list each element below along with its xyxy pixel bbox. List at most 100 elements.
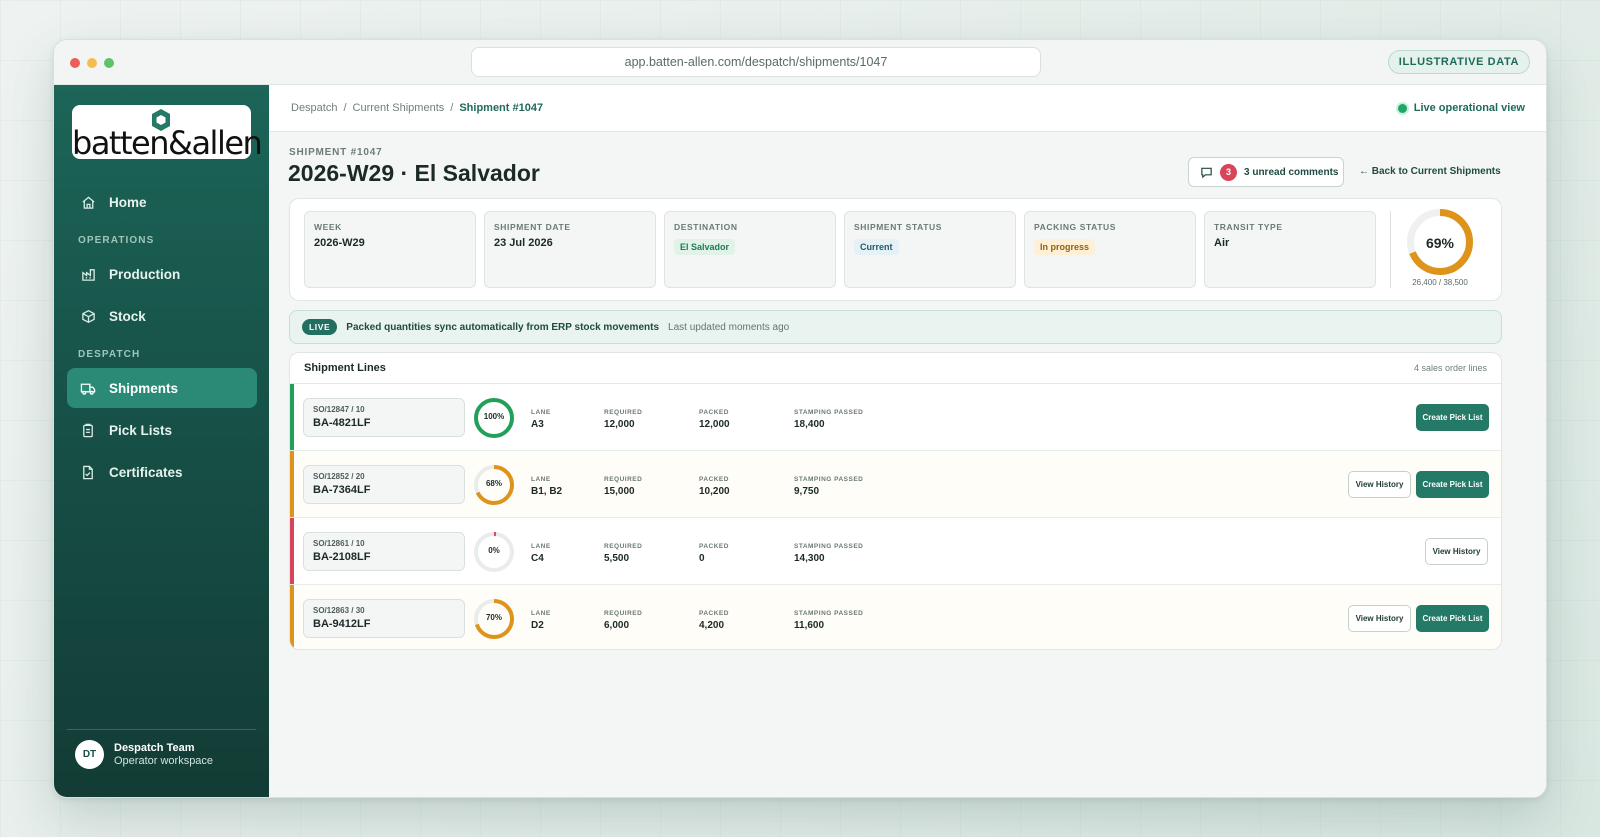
create-pick-list-button[interactable]: Create Pick List <box>1416 471 1489 498</box>
metric-stamping: STAMPING PASSED 11,600 <box>794 610 863 631</box>
table-row: SO/12861 / 10 BA-2108LF 0% LANE C4 REQUIRED 5,… <box>290 518 1501 585</box>
metric-label: LANE <box>531 476 551 483</box>
metric-stamping: STAMPING PASSED 14,300 <box>794 543 863 564</box>
sales-order-box[interactable]: SO/12863 / 30 BA-9412LF <box>303 599 465 638</box>
table-row: SO/12847 / 10 BA-4821LF 100% LANE A3 REQUIRED… <box>290 384 1501 451</box>
breadcrumb-despatch[interactable]: Despatch <box>291 102 337 114</box>
sales-order-ref: SO/12863 / 30 <box>313 606 365 615</box>
info-week: WEEK 2026-W29 <box>304 211 476 288</box>
sidebar-item-home[interactable]: Home <box>67 182 257 222</box>
url-bar[interactable]: app.batten-allen.com/despatch/shipments/… <box>471 47 1041 77</box>
live-sync-banner: LIVE Packed quantities sync automaticall… <box>289 310 1502 344</box>
info-value: Air <box>1214 237 1230 249</box>
line-progress-percent: 0% <box>488 546 500 555</box>
create-pick-list-button[interactable]: Create Pick List <box>1416 605 1489 632</box>
close-window-dot[interactable] <box>70 58 80 68</box>
shipment-label: SHIPMENT #1047 <box>289 147 383 158</box>
sales-order-box[interactable]: SO/12852 / 20 BA-7364LF <box>303 465 465 504</box>
info-key: SHIPMENT DATE <box>494 222 571 232</box>
info-key: TRANSIT TYPE <box>1214 222 1283 232</box>
sales-order-box[interactable]: SO/12847 / 10 BA-4821LF <box>303 398 465 437</box>
info-key: DESTINATION <box>674 222 738 232</box>
avatar[interactable]: DT <box>75 740 104 769</box>
metric-value: 10,200 <box>699 486 730 497</box>
metric-value: 5,500 <box>604 553 630 564</box>
lines-header: Shipment Lines 4 sales order lines <box>290 353 1501 384</box>
info-packing-status: PACKING STATUS In progress <box>1024 211 1196 288</box>
metric-label: STAMPING PASSED <box>794 543 864 550</box>
minimize-window-dot[interactable] <box>87 58 97 68</box>
metric-packed: PACKED 10,200 <box>699 476 730 497</box>
create-pick-list-button[interactable]: Create Pick List <box>1416 404 1489 431</box>
breadcrumb: Despatch / Current Shipments / Shipment #104… <box>291 102 544 114</box>
maximize-window-dot[interactable] <box>104 58 114 68</box>
sidebar-item-label: Production <box>109 266 181 282</box>
top-bar: Despatch / Current Shipments / Shipment #104… <box>269 85 1546 132</box>
live-pill: LIVE <box>302 319 338 335</box>
view-history-button[interactable]: View History <box>1348 471 1411 498</box>
summary-divider <box>1390 211 1391 288</box>
metric-packed: PACKED 12,000 <box>699 409 730 430</box>
info-value: 23 Jul 2026 <box>494 237 553 249</box>
metric-label: REQUIRED <box>604 476 643 483</box>
table-row: SO/12852 / 20 BA-7364LF 68% LANE B1, B2 REQUI… <box>290 451 1501 518</box>
metric-value: 9,750 <box>794 486 820 497</box>
line-progress-percent: 68% <box>485 479 502 488</box>
metric-value: 15,000 <box>604 486 635 497</box>
page-title: 2026-W29 · El Salvador <box>288 160 540 186</box>
illustrative-data-badge: ILLUSTRATIVE DATA <box>1387 50 1530 74</box>
metric-value: B1, B2 <box>531 486 563 497</box>
view-history-button[interactable]: View History <box>1425 538 1488 565</box>
back-to-shipments-link[interactable]: ← Back to Current Shipments <box>1359 166 1501 177</box>
brand-logo[interactable]: batten&allen <box>72 105 263 162</box>
metric-label: PACKED <box>699 409 729 416</box>
info-value: 2026-W29 <box>314 237 365 249</box>
metric-label: REQUIRED <box>604 409 643 416</box>
comment-icon <box>1201 167 1212 178</box>
sidebar-item-certificates[interactable]: Certificates <box>67 452 257 492</box>
breadcrumb-current-shipments[interactable]: Current Shipments <box>353 102 445 114</box>
sales-order-ref: SO/12847 / 10 <box>313 405 365 414</box>
product-code: BA-9412LF <box>313 618 371 630</box>
status-stripe <box>290 585 294 649</box>
overall-progress-percent: 69% <box>1425 235 1455 251</box>
section-despatch: DESPATCH <box>78 349 141 360</box>
metric-value: C4 <box>531 553 544 564</box>
metric-value: 4,200 <box>699 620 725 631</box>
metric-label: STAMPING PASSED <box>794 476 864 483</box>
sidebar-item-stock[interactable]: Stock <box>67 296 257 336</box>
product-code: BA-2108LF <box>313 551 371 563</box>
certificate-icon <box>80 464 96 480</box>
sidebar-item-pick-lists[interactable]: Pick Lists <box>67 410 257 450</box>
sidebar-item-production[interactable]: Production <box>67 254 257 294</box>
sales-order-ref: SO/12852 / 20 <box>313 472 365 481</box>
sales-order-box[interactable]: SO/12861 / 10 BA-2108LF <box>303 532 465 571</box>
shipment-lines-card: Shipment Lines 4 sales order lines SO/12… <box>289 352 1502 650</box>
packing-status-badge: In progress <box>1034 239 1096 255</box>
metric-stamping: STAMPING PASSED 18,400 <box>794 409 863 430</box>
sidebar-item-label: Pick Lists <box>109 422 173 438</box>
status-badge: Current <box>854 239 899 255</box>
metric-label: LANE <box>531 543 551 550</box>
last-updated: Last updated moments ago <box>668 321 790 333</box>
metric-value: 0 <box>699 553 705 564</box>
sales-order-ref: SO/12861 / 10 <box>313 539 365 548</box>
lines-title: Shipment Lines <box>304 362 386 374</box>
sidebar: batten&allen Home OPERATIONS Production … <box>54 85 269 797</box>
info-shipment-date: SHIPMENT DATE 23 Jul 2026 <box>484 211 656 288</box>
metric-value: 14,300 <box>794 553 825 564</box>
view-history-button[interactable]: View History <box>1348 605 1411 632</box>
browser-chrome: app.batten-allen.com/despatch/shipments/… <box>54 40 1546 85</box>
destination-pill: El Salvador <box>674 239 736 255</box>
metric-label: STAMPING PASSED <box>794 409 864 416</box>
info-key: WEEK <box>314 222 342 232</box>
sidebar-divider <box>67 729 256 730</box>
live-view-label: Live operational view <box>1413 102 1525 114</box>
sidebar-item-shipments[interactable]: Shipments <box>67 368 257 408</box>
comments-button[interactable]: 3 3 unread comments <box>1188 157 1344 187</box>
metric-label: LANE <box>531 610 551 617</box>
product-code: BA-7364LF <box>313 484 371 496</box>
live-view-indicator: Live operational view <box>1397 102 1525 114</box>
metric-value: 18,400 <box>794 419 825 430</box>
metric-required: REQUIRED 15,000 <box>604 476 642 497</box>
